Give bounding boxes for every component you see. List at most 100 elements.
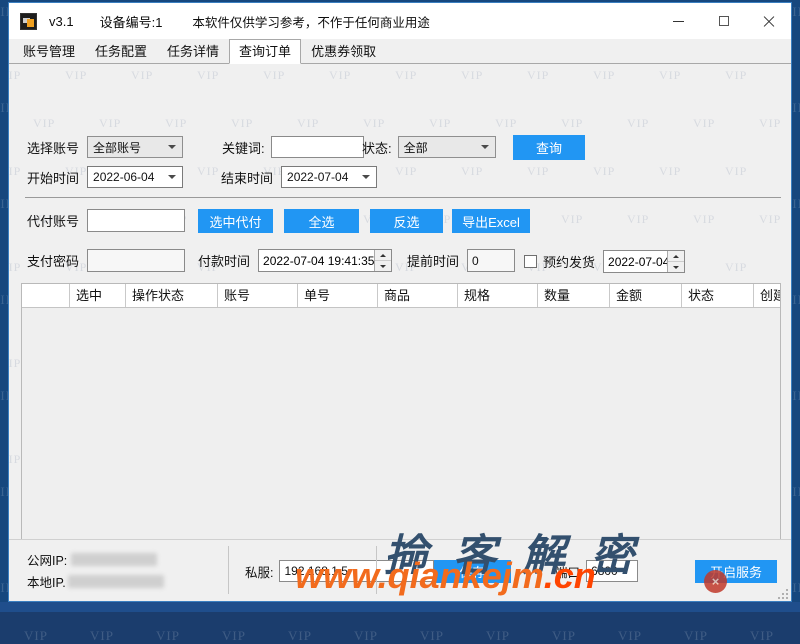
keyword-label: 关键词: (222, 138, 265, 157)
account-select-value: 全部账号 (93, 139, 141, 156)
vip-watermark-text: VIP (593, 68, 615, 83)
vip-watermark-text: VIP (9, 68, 21, 83)
port-input[interactable] (586, 560, 638, 582)
app-logo-icon (20, 13, 37, 30)
close-icon (762, 15, 775, 28)
table-column-header[interactable]: 商品 (378, 284, 458, 307)
proxy-account-label: 代付账号 (27, 211, 79, 230)
query-button[interactable]: 查询 (513, 135, 585, 160)
invert-selection-button[interactable]: 反选 (370, 209, 443, 233)
chevron-down-icon (362, 175, 370, 179)
table-column-header[interactable]: 创建时 (754, 284, 781, 307)
status-label: 状态: (362, 138, 392, 157)
status-select[interactable]: 全部 (398, 136, 496, 158)
vip-watermark-text: VIP (429, 116, 451, 131)
minimize-button[interactable] (656, 3, 701, 39)
table-column-header[interactable]: 选中 (70, 284, 126, 307)
status-divider-1 (228, 546, 229, 594)
account-select[interactable]: 全部账号 (87, 136, 183, 158)
start-time-group: 开始时间 2022-06-04 (27, 166, 183, 188)
proxy-account-input[interactable] (87, 209, 185, 232)
vip-watermark-text: VIP (395, 68, 417, 83)
start-time-label: 开始时间 (27, 168, 79, 187)
private-server-input[interactable] (279, 560, 434, 582)
advance-time-input[interactable] (467, 249, 515, 272)
vip-watermark-text: VIP (527, 68, 549, 83)
reserve-ship-checkbox[interactable] (524, 255, 537, 268)
pay-time-group: 付款时间 2022-07-04 19:41:35 (198, 249, 392, 272)
vip-watermark-text: VIP (363, 116, 385, 131)
vip-watermark-text: VIP (659, 68, 681, 83)
orders-table: 选中操作状态账号单号商品规格数量金额状态创建时 (21, 283, 781, 581)
advance-time-group: 提前时间 (407, 249, 515, 272)
table-column-header[interactable]: 规格 (458, 284, 538, 307)
pay-password-input[interactable] (87, 249, 185, 272)
start-date-picker[interactable]: 2022-06-04 (87, 166, 183, 188)
local-ip-row: 本地IP. (27, 572, 164, 591)
end-time-label: 结束时间 (221, 168, 273, 187)
private-server-group: 私服: (245, 560, 434, 582)
vip-watermark-text: VIP (165, 116, 187, 131)
pay-time-spinner[interactable]: 2022-07-04 19:41:35 (258, 249, 392, 272)
vip-watermark-text: VIP (9, 452, 21, 467)
vip-watermark-text: VIP (222, 628, 246, 644)
chevron-down-icon (168, 145, 176, 149)
tab-2[interactable]: 任务详情 (157, 39, 229, 63)
tab-0[interactable]: 账号管理 (13, 39, 85, 63)
vip-watermark-text: VIP (693, 212, 715, 227)
vip-watermark-text: VIP (561, 116, 583, 131)
select-all-button[interactable]: 全选 (284, 209, 359, 233)
tab-bar: 账号管理任务配置任务详情查询订单优惠券领取 (9, 39, 791, 64)
local-ip-label: 本地IP. (27, 572, 66, 591)
vip-watermark-text: VIP (486, 628, 510, 644)
vip-watermark-text: VIP (24, 628, 48, 644)
pay-time-label: 付款时间 (198, 251, 250, 270)
close-button[interactable] (746, 3, 791, 39)
resize-grip[interactable] (776, 587, 788, 599)
vip-watermark-text: VIP (725, 164, 747, 179)
pay-password-group: 支付密码 (27, 249, 185, 272)
tab-4[interactable]: 优惠券领取 (301, 39, 386, 63)
private-server-label: 私服: (245, 562, 273, 581)
table-column-header[interactable]: 操作状态 (126, 284, 218, 307)
table-column-header[interactable]: 单号 (298, 284, 378, 307)
disclaimer-label: 本软件仅供学习参考，不作于任何商业用途 (192, 12, 430, 31)
keyword-input[interactable] (271, 136, 364, 158)
select-pay-button[interactable]: 选中代付 (198, 209, 273, 233)
start-date-value: 2022-06-04 (93, 170, 154, 184)
spinner-arrows-icon[interactable] (374, 250, 391, 271)
vip-watermark-text: VIP (33, 116, 55, 131)
public-ip-row: 公网IP: (27, 550, 157, 569)
vip-watermark-text: VIP (759, 212, 781, 227)
vip-watermark-text: VIP (627, 116, 649, 131)
vip-watermark-text: VIP (354, 628, 378, 644)
reserve-ship-group: 预约发货 2022-07-04 (524, 250, 685, 273)
export-excel-button[interactable]: 导出Excel (452, 209, 530, 233)
device-number-label: 设备编号:1 (100, 12, 163, 31)
advance-time-label: 提前时间 (407, 251, 459, 270)
vip-watermark-text: VIP (197, 164, 219, 179)
table-column-header[interactable]: 金额 (610, 284, 682, 307)
table-column-header[interactable]: 账号 (218, 284, 298, 307)
start-service-button[interactable]: 开启服务 (695, 560, 777, 583)
tab-3[interactable]: 查询订单 (229, 39, 301, 64)
reserve-date-spinner[interactable]: 2022-07-04 (603, 250, 685, 273)
vip-watermark-text: VIP (552, 628, 576, 644)
port-label: 端口 (555, 562, 580, 581)
table-column-header[interactable] (22, 284, 70, 307)
save-button[interactable]: 保存 (434, 560, 511, 583)
reserve-ship-label: 预约发货 (543, 252, 595, 271)
spinner-arrows-icon[interactable] (667, 251, 684, 272)
chevron-down-icon (481, 145, 489, 149)
tab-1[interactable]: 任务配置 (85, 39, 157, 63)
maximize-button[interactable] (701, 3, 746, 39)
taskbar (0, 602, 800, 612)
application-window: v3.1 设备编号:1 本软件仅供学习参考，不作于任何商业用途 账号管理任务配置… (8, 2, 792, 602)
table-column-header[interactable]: 数量 (538, 284, 610, 307)
end-date-picker[interactable]: 2022-07-04 (281, 166, 377, 188)
vip-watermark-text: VIP (9, 260, 21, 275)
window-controls (656, 3, 791, 39)
vip-watermark-text: VIP (99, 116, 121, 131)
vip-watermark-text: VIP (461, 68, 483, 83)
table-column-header[interactable]: 状态 (682, 284, 754, 307)
